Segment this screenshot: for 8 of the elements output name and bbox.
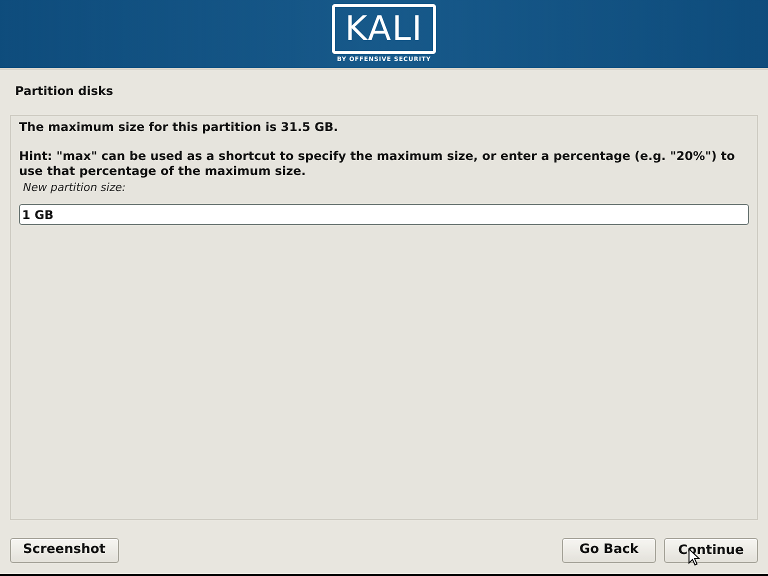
go-back-button[interactable]: Go Back (562, 538, 656, 563)
field-label: New partition size: (23, 180, 127, 195)
logo-text: KALI (345, 12, 423, 46)
page-title: Partition disks (14, 83, 114, 100)
screenshot-button[interactable]: Screenshot (10, 538, 119, 563)
hint-text: Hint: "max" can be used as a shortcut to specify the maximum size, or enter a percentage (e.g. "20%") to use that percentage of the maximum size. (19, 149, 736, 179)
partition-size-field[interactable]: 1 GB (19, 204, 749, 225)
max-size-message: The maximum size for this partition is 31.5 GB. (19, 120, 340, 135)
